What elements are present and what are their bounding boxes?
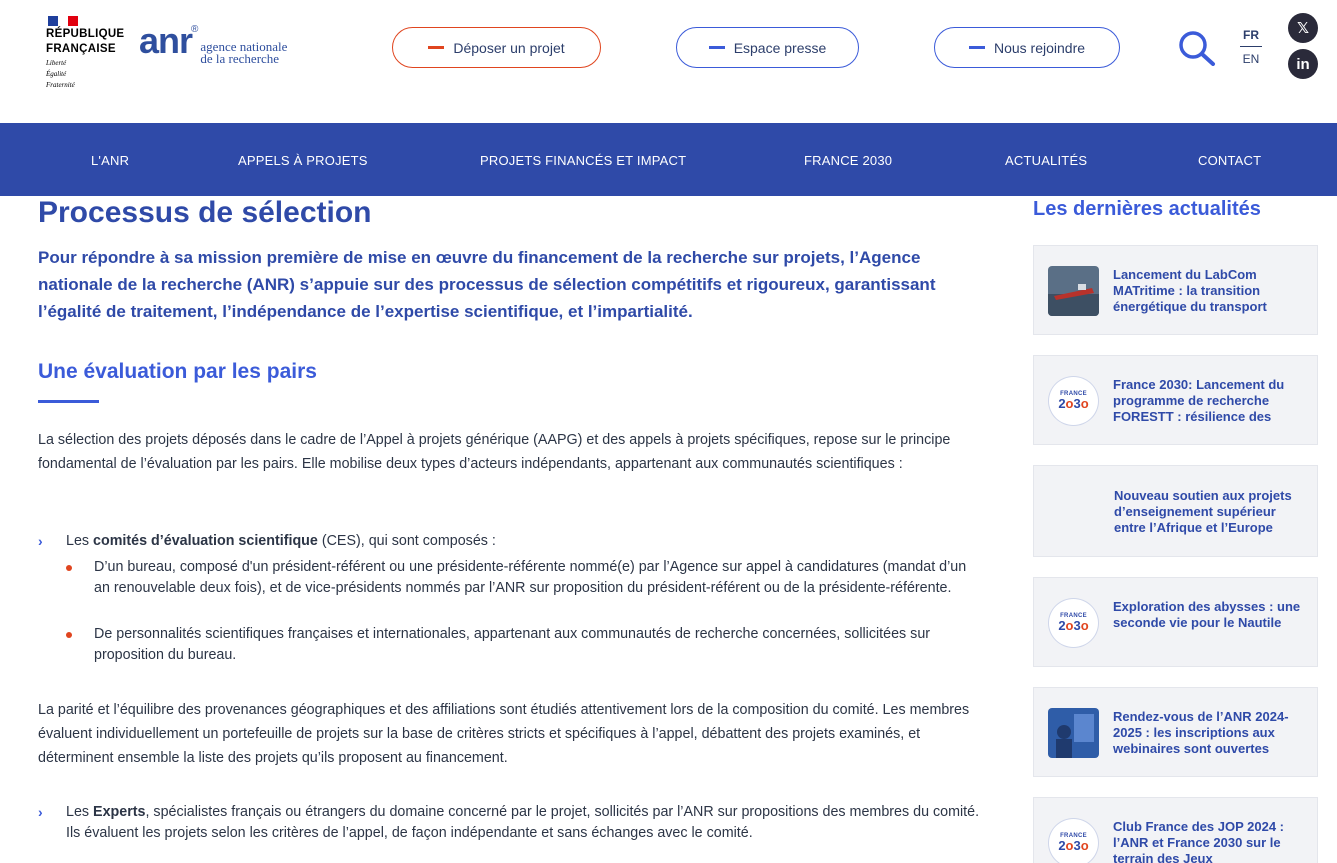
search-icon[interactable] xyxy=(1178,30,1216,66)
f2030-digit: 3 xyxy=(1073,838,1081,853)
dash-icon xyxy=(708,46,725,49)
rf-line1: RÉPUBLIQUE xyxy=(46,28,125,40)
list-item-ces: › Les comités d’évaluation scientifique … xyxy=(38,531,988,552)
rf-motto-1: Liberté xyxy=(46,59,67,67)
ship-photo-thumbnail xyxy=(1048,266,1099,316)
intro-text: Pour répondre à sa mission première de m… xyxy=(38,248,936,321)
anr-logo-mark: anr xyxy=(139,20,193,61)
dash-icon xyxy=(968,46,985,49)
f2030-line2: 2o3o xyxy=(1058,839,1088,853)
nav-item-appels-a-projets[interactable]: APPELS À PROJETS xyxy=(238,153,368,168)
news-title: Lancement du LabCom MATritime : la trans… xyxy=(1113,267,1267,314)
site-header: RÉPUBLIQUE FRANÇAISE Liberté Égalité Fra… xyxy=(0,0,1337,123)
anr-logo[interactable]: anr ® agence nationale de la recherche xyxy=(139,20,287,66)
bullet-dot-icon xyxy=(66,565,72,571)
espace-presse-label: Espace presse xyxy=(733,39,827,56)
f2030-line2: 2o3o xyxy=(1058,619,1088,633)
f2030-digit: 2 xyxy=(1058,838,1066,853)
section-title: Une évaluation par les pairs xyxy=(38,360,317,383)
f2030-digit: 3 xyxy=(1073,396,1081,411)
event-photo-thumbnail xyxy=(1048,708,1099,758)
x-twitter-icon[interactable]: 𝕏 xyxy=(1288,13,1318,43)
bullet-bold: comités d’évaluation scientifique xyxy=(93,533,318,549)
bullet-post: , spécialistes français ou étrangers du … xyxy=(66,804,980,841)
french-flag-icon xyxy=(48,16,78,26)
sub-list-item-bureau: D’un bureau, composé d'un président-réfé… xyxy=(66,557,976,599)
f2030-digit: 2 xyxy=(1058,618,1066,633)
news-card[interactable]: FRANCE 2o3o France 2030: Lancement du pr… xyxy=(1033,355,1318,445)
linkedin-icon[interactable]: in xyxy=(1288,49,1318,79)
news-card[interactable]: FRANCE 2o3o Exploration des abysses : un… xyxy=(1033,577,1318,667)
section-underline xyxy=(38,400,99,403)
bullet-pre: Les xyxy=(66,804,94,820)
bullet-bold: Experts xyxy=(93,804,146,820)
rf-motto-3: Fraternité xyxy=(46,81,75,89)
france-2030-logo: FRANCE 2o3o xyxy=(1048,598,1099,648)
deposer-projet-label: Déposer un projet xyxy=(453,39,565,56)
news-title: Club France des JOP 2024 : l’ANR et Fran… xyxy=(1113,819,1284,863)
page-title: Processus de sélection xyxy=(38,196,372,229)
news-title: Rendez-vous de l’ANR 2024-2025 : les ins… xyxy=(1113,709,1289,756)
f2030-line2: 2o3o xyxy=(1058,397,1088,411)
anr-logo-name: agence nationale de la recherche xyxy=(200,40,287,66)
espace-presse-button[interactable]: Espace presse xyxy=(676,27,859,68)
paragraph-selection: La sélection des projets déposés dans le… xyxy=(38,432,951,472)
f2030-digit: o xyxy=(1065,838,1074,853)
news-title: Exploration des abysses : une seconde vi… xyxy=(1113,599,1301,630)
nous-rejoindre-label: Nous rejoindre xyxy=(993,39,1086,56)
sub-list-item-text: De personnalités scientifiques française… xyxy=(94,626,931,663)
lang-en-link[interactable]: EN xyxy=(1240,47,1262,66)
f2030-digit: o xyxy=(1065,618,1074,633)
paragraph-parite: La parité et l’équilibre des provenances… xyxy=(38,702,970,766)
nav-item-france-2030[interactable]: FRANCE 2030 xyxy=(804,153,892,168)
rf-motto-2: Égalité xyxy=(46,70,67,78)
bullet-post: (CES), qui sont composés : xyxy=(317,533,496,549)
sub-list-item-text: D’un bureau, composé d'un président-réfé… xyxy=(94,559,967,596)
language-switcher: FR EN xyxy=(1240,28,1262,66)
list-item-text: Les comités d’évaluation scientifique (C… xyxy=(66,531,988,552)
nav-item-anr[interactable]: L'ANR xyxy=(91,153,129,168)
news-card[interactable]: FRANCE 2o3o Club France des JOP 2024 : l… xyxy=(1033,797,1318,863)
chevron-right-icon: › xyxy=(38,804,43,820)
nav-item-contact[interactable]: CONTACT xyxy=(1198,153,1261,168)
sub-list-item-personnalites: De personnalités scientifiques française… xyxy=(66,624,976,666)
dash-icon xyxy=(428,46,445,49)
news-card[interactable]: Nouveau soutien aux projets d’enseigneme… xyxy=(1033,465,1318,557)
main-nav: L'ANR APPELS À PROJETS PROJETS FINANCÉS … xyxy=(0,123,1337,196)
sidebar-title: Les dernières actualités xyxy=(1033,198,1261,220)
deposer-projet-button[interactable]: Déposer un projet xyxy=(392,27,601,68)
france-2030-logo: FRANCE 2o3o xyxy=(1048,818,1099,863)
republique-francaise-logo[interactable]: RÉPUBLIQUE FRANÇAISE Liberté Égalité Fra… xyxy=(46,16,125,89)
f2030-digit: o xyxy=(1080,396,1089,411)
f2030-digit: 2 xyxy=(1058,396,1066,411)
f2030-digit: 3 xyxy=(1073,618,1081,633)
f2030-digit: o xyxy=(1080,838,1089,853)
rf-line2: FRANÇAISE xyxy=(46,43,116,55)
list-item-experts: › Les Experts, spécialistes français ou … xyxy=(38,802,988,844)
f2030-digit: o xyxy=(1080,618,1089,633)
news-card[interactable]: Lancement du LabCom MATritime : la trans… xyxy=(1033,245,1318,335)
nav-item-actualites[interactable]: ACTUALITÉS xyxy=(1005,153,1087,168)
list-item-text: Les Experts, spécialistes français ou ét… xyxy=(66,802,988,844)
anr-logo-name-line2: de la recherche xyxy=(200,51,280,66)
nous-rejoindre-button[interactable]: Nous rejoindre xyxy=(934,27,1120,68)
news-card[interactable]: Rendez-vous de l’ANR 2024-2025 : les ins… xyxy=(1033,687,1318,777)
lang-fr-link[interactable]: FR xyxy=(1240,28,1262,47)
news-title: Nouveau soutien aux projets d’enseigneme… xyxy=(1114,488,1292,535)
anr-logo-reg: ® xyxy=(191,24,199,35)
bullet-dot-icon xyxy=(66,632,72,638)
chevron-right-icon: › xyxy=(38,533,43,549)
france-2030-logo: FRANCE 2o3o xyxy=(1048,376,1099,426)
news-title: France 2030: Lancement du programme de r… xyxy=(1113,377,1285,424)
f2030-digit: o xyxy=(1065,396,1074,411)
nav-item-projets-finances[interactable]: PROJETS FINANCÉS ET IMPACT xyxy=(480,153,686,168)
bullet-pre: Les xyxy=(66,533,94,549)
